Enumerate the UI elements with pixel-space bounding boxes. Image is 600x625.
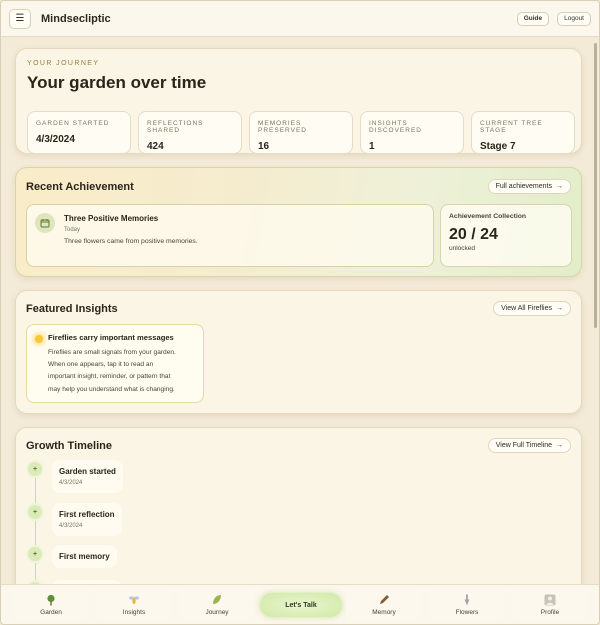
nav-label: Insights bbox=[122, 609, 146, 616]
nav-flowers[interactable]: Flowers bbox=[429, 589, 505, 621]
timeline-dot-icon: + bbox=[26, 545, 44, 563]
timeline-item-title: Garden started bbox=[59, 467, 116, 476]
calendar-icon bbox=[35, 213, 55, 233]
nav-label: Profile bbox=[540, 609, 560, 616]
nav-insights[interactable]: Insights bbox=[96, 589, 172, 621]
timeline-item-date: 4/3/2024 bbox=[59, 523, 83, 529]
stat-tree-stage: CURRENT TREE STAGE Stage 7 bbox=[471, 111, 575, 154]
achievement-card: Recent Achievement Full achievements → T… bbox=[15, 167, 582, 277]
journey-stats: GARDEN STARTED 4/3/2024 REFLECTIONS SHAR… bbox=[27, 111, 575, 154]
main-content: YOUR JOURNEY Your garden over time GARDE… bbox=[1, 38, 599, 584]
nav-label: Garden bbox=[40, 609, 62, 616]
firefly-glow-icon bbox=[35, 335, 43, 343]
view-full-timeline-button[interactable]: View Full Timeline → bbox=[487, 438, 571, 453]
timeline-item[interactable]: Garden started 4/3/2024 bbox=[52, 460, 123, 493]
trowel-icon bbox=[461, 594, 473, 606]
timeline-dot-icon: + bbox=[26, 460, 44, 478]
bottom-nav: Garden Insights Journey Let's Talk Memor… bbox=[1, 584, 599, 624]
achievement-collection[interactable]: Achievement Collection 20 / 24 unlocked bbox=[440, 204, 572, 267]
timeline-title: Growth Timeline bbox=[26, 440, 112, 452]
link-label: View All Fireflies bbox=[501, 305, 552, 312]
memory-title: Three Positive Memories bbox=[64, 214, 159, 223]
timeline-item-date: 4/3/2024 bbox=[59, 480, 83, 486]
top-bar: ☰ Mindsecliptic Guide Logout bbox=[1, 1, 599, 37]
stat-label: MEMORIES PRESERVED bbox=[258, 120, 307, 134]
stat-garden-started: GARDEN STARTED 4/3/2024 bbox=[27, 111, 131, 154]
firefly-insight[interactable]: Fireflies carry important messages Firef… bbox=[26, 324, 204, 403]
tree-icon bbox=[45, 594, 57, 606]
guide-button[interactable]: Guide bbox=[516, 11, 550, 26]
timeline-item-title: First memory bbox=[59, 552, 110, 561]
arrow-right-icon: → bbox=[556, 183, 563, 190]
firefly-line: When one appears, tap it to read an bbox=[48, 361, 154, 369]
timeline-card: Growth Timeline View Full Timeline → + G… bbox=[15, 427, 582, 584]
view-all-fireflies-button[interactable]: View All Fireflies → bbox=[493, 301, 571, 316]
nav-garden[interactable]: Garden bbox=[13, 589, 89, 621]
insights-card: Featured Insights View All Fireflies → F… bbox=[15, 290, 582, 414]
nav-profile[interactable]: Profile bbox=[512, 589, 588, 621]
firefly-line: Fireflies are small signals from your ga… bbox=[48, 349, 176, 356]
firefly-icon bbox=[128, 594, 140, 606]
memory-description: Three flowers came from positive memorie… bbox=[64, 238, 198, 245]
app-window: ☰ Mindsecliptic Guide Logout YOUR JOURNE… bbox=[0, 0, 600, 625]
stat-label: CURRENT TREE STAGE bbox=[480, 120, 543, 134]
stat-memories-preserved: MEMORIES PRESERVED 16 bbox=[249, 111, 353, 154]
nav-label: Flowers bbox=[455, 609, 479, 616]
timeline-item[interactable]: First memory bbox=[52, 545, 117, 568]
journey-title: Your garden over time bbox=[27, 73, 207, 92]
hamburger-icon: ☰ bbox=[15, 13, 25, 24]
nav-label: Journey bbox=[205, 609, 229, 616]
arrow-right-icon: → bbox=[556, 305, 563, 312]
menu-button[interactable]: ☰ bbox=[9, 8, 31, 29]
achievement-title: Recent Achievement bbox=[26, 181, 134, 193]
achievement-memory[interactable]: Three Positive Memories Today Three flow… bbox=[26, 204, 434, 267]
timeline-item-title: First reflection bbox=[59, 510, 115, 519]
timeline-item[interactable]: First reflection 4/3/2024 bbox=[52, 503, 122, 536]
firefly-title: Fireflies carry important messages bbox=[48, 333, 174, 342]
memory-date: Today bbox=[64, 227, 81, 233]
timeline-dot-icon: + bbox=[26, 503, 44, 521]
logout-button[interactable]: Logout bbox=[557, 11, 591, 26]
stat-label: INSIGHTS DISCOVERED bbox=[369, 120, 422, 134]
insights-title: Featured Insights bbox=[26, 303, 118, 315]
journey-card: YOUR JOURNEY Your garden over time GARDE… bbox=[15, 48, 582, 154]
arrow-right-icon: → bbox=[556, 442, 563, 449]
profile-icon bbox=[544, 594, 556, 606]
stat-value: 16 bbox=[258, 141, 270, 152]
nav-label: Memory bbox=[372, 609, 396, 616]
link-label: View Full Timeline bbox=[495, 442, 552, 449]
firefly-text: Fireflies are small signals from your ga… bbox=[48, 347, 194, 396]
stat-value: Stage 7 bbox=[480, 141, 516, 152]
stat-value: 4/3/2024 bbox=[36, 134, 75, 145]
stat-reflections-shared: REFLECTIONS SHARED 424 bbox=[138, 111, 242, 154]
stat-value: 424 bbox=[147, 141, 164, 152]
collection-sub: unlocked bbox=[449, 245, 476, 252]
firefly-line: may help you understand what is changing… bbox=[48, 385, 175, 393]
timeline-line bbox=[35, 468, 36, 584]
full-achievements-button[interactable]: Full achievements → bbox=[487, 179, 571, 194]
stat-label: GARDEN STARTED bbox=[36, 120, 110, 127]
journey-eyebrow: YOUR JOURNEY bbox=[27, 60, 100, 67]
stat-insights-discovered: INSIGHTS DISCOVERED 1 bbox=[360, 111, 464, 154]
collection-value: 20 / 24 bbox=[449, 226, 498, 243]
stat-value: 1 bbox=[369, 141, 375, 152]
leaf-icon bbox=[211, 594, 223, 606]
app-name: Mindsecliptic bbox=[41, 12, 111, 25]
nav-journey[interactable]: Journey bbox=[179, 589, 255, 621]
lets-talk-button[interactable]: Let's Talk bbox=[260, 593, 342, 617]
stat-label: REFLECTIONS SHARED bbox=[147, 120, 204, 134]
nav-memory[interactable]: Memory bbox=[346, 589, 422, 621]
firefly-line: important insight, reminder, or pattern … bbox=[48, 373, 171, 381]
collection-label: Achievement Collection bbox=[449, 213, 527, 220]
pencil-icon bbox=[378, 594, 390, 606]
link-label: Full achievements bbox=[495, 183, 552, 190]
